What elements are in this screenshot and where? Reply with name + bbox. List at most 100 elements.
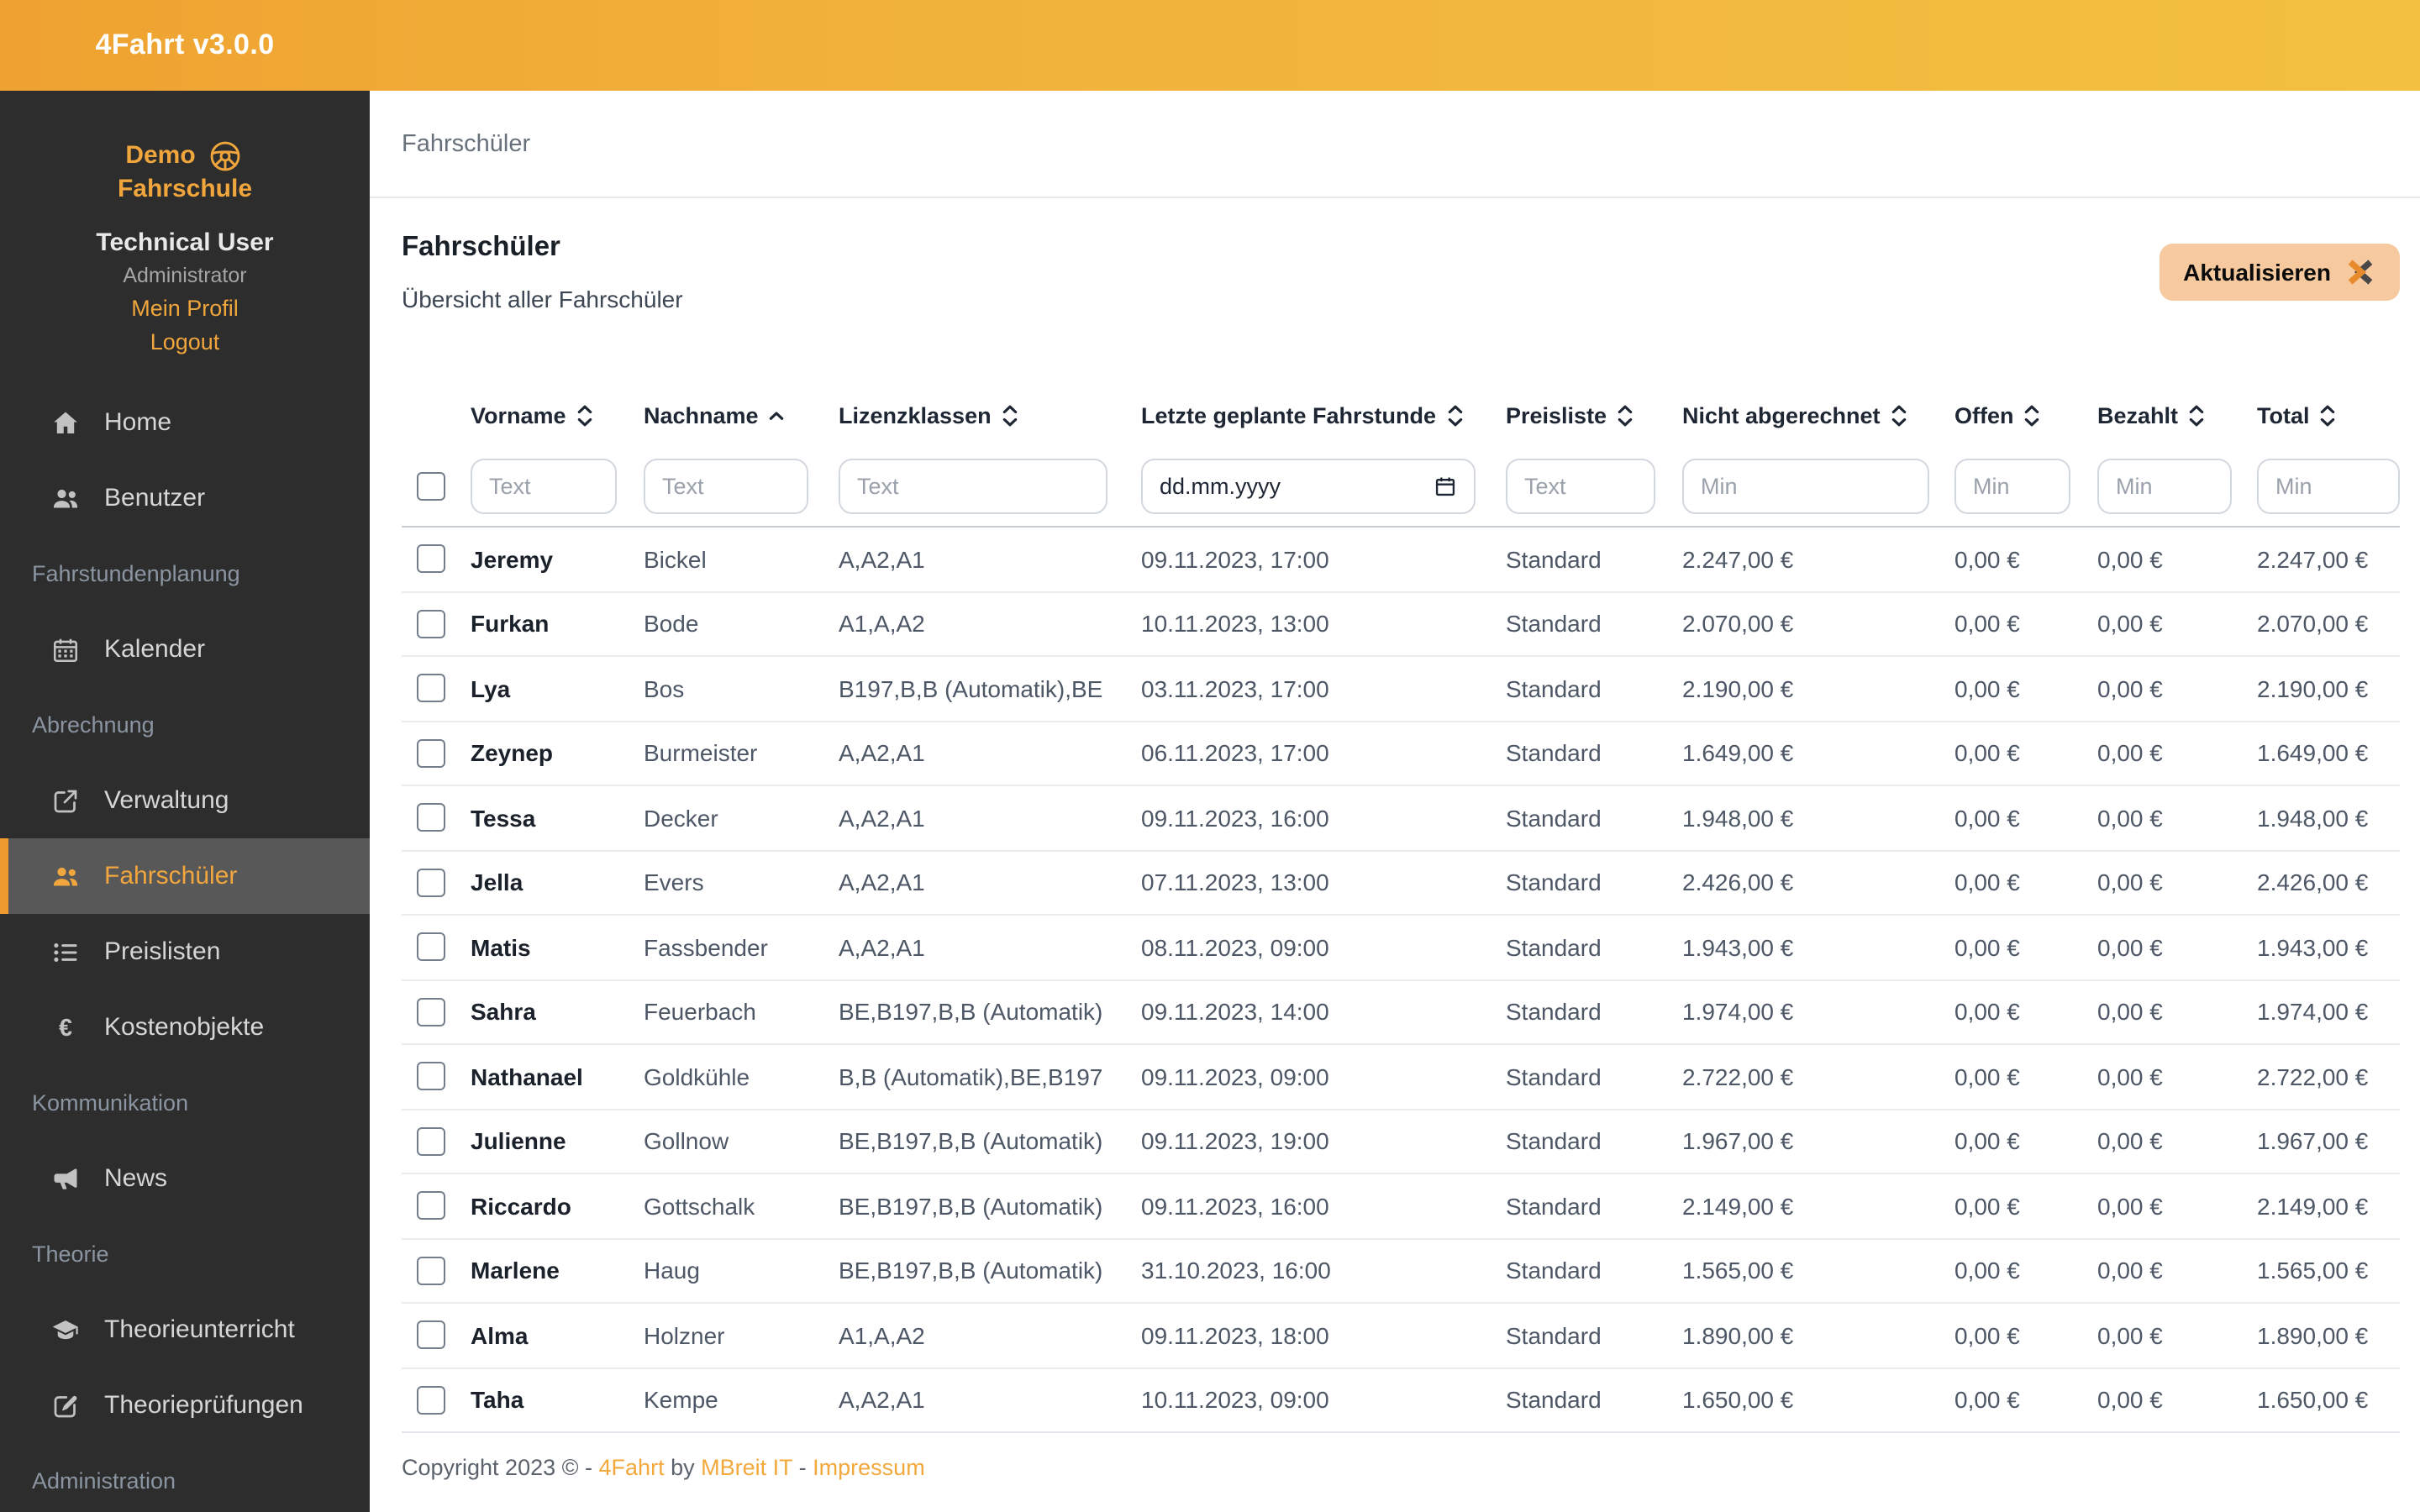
column-header-letzte-geplante-fahrstunde[interactable]: Letzte geplante Fahrstunde — [1141, 385, 1506, 445]
brand-x-icon — [2344, 257, 2376, 287]
row-checkbox[interactable] — [417, 997, 445, 1026]
column-header-lizenzklassen[interactable]: Lizenzklassen — [839, 385, 1141, 445]
cell-offen: 0,00 € — [1954, 998, 2020, 1026]
table-row[interactable]: Alma Holzner A1,A,A2 09.11.2023, 18:00 Stand… — [402, 1304, 2400, 1368]
calendar-small-icon[interactable] — [1434, 473, 1457, 498]
row-checkbox[interactable] — [417, 1062, 445, 1091]
school-logo[interactable]: Demo Fahrschule — [0, 138, 370, 205]
table-row[interactable]: Riccardo Gottschalk BE,B197,B,B (Automatik… — [402, 1174, 2400, 1239]
footer-link-impressum[interactable]: Impressum — [813, 1455, 925, 1480]
cell-nicht-abgerechnet: 2.070,00 € — [1682, 610, 1794, 638]
cell-nachname: Gottschalk — [644, 1192, 755, 1220]
table-row[interactable]: Lya Bos B197,B,B (Automatik),BE 03.11.2023,… — [402, 657, 2400, 722]
cell-vorname: Lya — [471, 675, 511, 702]
filter-input-bezahlt[interactable] — [2097, 458, 2232, 513]
sidebar-item-news[interactable]: News — [0, 1141, 370, 1216]
cell-letzte-geplante-fahrstunde: 09.11.2023, 14:00 — [1141, 998, 1329, 1026]
table-row[interactable]: Julienne Gollnow BE,B197,B,B (Automatik) 09… — [402, 1110, 2400, 1174]
calendar-icon — [50, 634, 81, 664]
filter-input-nicht-abgerechnet[interactable] — [1682, 458, 1929, 513]
column-header-preisliste[interactable]: Preisliste — [1506, 385, 1682, 445]
table-row[interactable]: Sahra Feuerbach BE,B197,B,B (Automatik) 09.… — [402, 980, 2400, 1045]
cell-letzte-geplante-fahrstunde: 10.11.2023, 13:00 — [1141, 610, 1329, 638]
external-link-icon — [50, 785, 81, 816]
date-filter-input[interactable]: dd.mm.yyyy — [1141, 458, 1476, 513]
row-checkbox[interactable] — [417, 1320, 445, 1350]
table-row[interactable]: Furkan Bode A1,A,A2 10.11.2023, 13:00 Standa… — [402, 592, 2400, 657]
table-row[interactable]: Jella Evers A,A2,A1 07.11.2023, 13:00 Standa… — [402, 851, 2400, 916]
cell-nachname: Feuerbach — [644, 998, 756, 1026]
filter-input-nachname[interactable] — [644, 458, 808, 513]
sidebar-item-fahrschüler[interactable]: Fahrschüler — [0, 838, 370, 914]
row-checkbox[interactable] — [417, 868, 445, 897]
footer-link-4fahrt[interactable]: 4Fahrt — [599, 1455, 665, 1480]
row-checkbox[interactable] — [417, 738, 445, 768]
sidebar-item-verwaltung[interactable]: Verwaltung — [0, 763, 370, 838]
cell-letzte-geplante-fahrstunde: 31.10.2023, 16:00 — [1141, 1257, 1331, 1284]
cell-vorname: Nathanael — [471, 1063, 583, 1090]
cell-total: 2.070,00 € — [2257, 610, 2369, 638]
table-row[interactable]: Taha Kempe A,A2,A1 10.11.2023, 09:00 Standar… — [402, 1368, 2400, 1433]
table-row[interactable]: Nathanael Goldkühle B,B (Automatik),BE,B19… — [402, 1045, 2400, 1110]
sidebar-item-benutzer[interactable]: Benutzer — [0, 460, 370, 536]
sidebar-item-kostenobjekte[interactable]: € Kostenobjekte — [0, 990, 370, 1065]
column-header-nicht-abgerechnet[interactable]: Nicht abgerechnet — [1682, 385, 1954, 445]
column-header-total[interactable]: Total — [2257, 385, 2400, 445]
select-all-checkbox[interactable] — [417, 471, 445, 500]
row-select-cell — [402, 528, 471, 591]
filter-input-vorname[interactable] — [471, 458, 617, 513]
cell-nachname: Bode — [644, 610, 699, 638]
table-row[interactable]: Jeremy Bickel A,A2,A1 09.11.2023, 17:00 Stan… — [402, 528, 2400, 592]
cell-preisliste: Standard — [1506, 804, 1602, 832]
sidebar-nav: Home Benutzer Fahrstundenplanung Kalender Ab… — [0, 385, 370, 1512]
column-header-label: Nicht abgerechnet — [1682, 402, 1881, 428]
refresh-button[interactable]: Aktualisieren — [2160, 244, 2400, 301]
sidebar-item-theorieprüfungen[interactable]: Theorieprüfungen — [0, 1368, 370, 1443]
select-all-cell — [402, 445, 471, 526]
table-row[interactable]: Marlene Haug BE,B197,B,B (Automatik) 31.10.… — [402, 1239, 2400, 1304]
cell-nicht-abgerechnet: 2.247,00 € — [1682, 545, 1794, 573]
filter-input-preisliste[interactable] — [1506, 458, 1655, 513]
sidebar-item-kalender[interactable]: Kalender — [0, 612, 370, 687]
column-header-vorname[interactable]: Vorname — [471, 385, 644, 445]
cell-lizenzklassen: A,A2,A1 — [839, 1386, 925, 1414]
sidebar-item-home[interactable]: Home — [0, 385, 370, 460]
filter-cell — [644, 445, 839, 526]
row-select-cell — [402, 657, 471, 720]
cell-vorname: Matis — [471, 933, 531, 961]
sidebar-item-theorieunterricht[interactable]: Theorieunterricht — [0, 1292, 370, 1368]
cell-letzte-geplante-fahrstunde: 08.11.2023, 09:00 — [1141, 933, 1329, 961]
cell-nicht-abgerechnet: 1.890,00 € — [1682, 1321, 1794, 1349]
cell-nachname: Holzner — [644, 1321, 725, 1349]
row-checkbox[interactable] — [417, 1385, 445, 1415]
filter-input-total[interactable] — [2257, 458, 2400, 513]
refresh-button-label: Aktualisieren — [2183, 259, 2331, 286]
cell-preisliste: Standard — [1506, 739, 1602, 767]
row-checkbox[interactable] — [417, 1126, 445, 1156]
table-row[interactable]: Zeynep Burmeister A,A2,A1 06.11.2023, 17:00… — [402, 722, 2400, 786]
column-header-offen[interactable]: Offen — [1954, 385, 2097, 445]
sidebar-item-preislisten[interactable]: Preislisten — [0, 914, 370, 990]
footer-text: by — [664, 1455, 702, 1480]
row-checkbox[interactable] — [417, 932, 445, 962]
filter-input-lizenzklassen[interactable] — [839, 458, 1107, 513]
footer-link-mbreit-it[interactable]: MBreit IT — [701, 1455, 792, 1480]
cell-nicht-abgerechnet: 1.649,00 € — [1682, 739, 1794, 767]
table-row[interactable]: Matis Fassbender A,A2,A1 08.11.2023, 09:00 S… — [402, 916, 2400, 980]
profile-link[interactable]: Mein Profil — [0, 294, 370, 324]
row-checkbox[interactable] — [417, 609, 445, 638]
column-header-nachname[interactable]: Nachname — [644, 385, 839, 445]
cell-bezahlt: 0,00 € — [2097, 933, 2163, 961]
cell-preisliste: Standard — [1506, 545, 1602, 573]
row-checkbox[interactable] — [417, 1191, 445, 1221]
logout-link[interactable]: Logout — [0, 328, 370, 358]
column-header-label: Preisliste — [1506, 402, 1607, 428]
row-checkbox[interactable] — [417, 803, 445, 832]
row-checkbox[interactable] — [417, 674, 445, 703]
row-checkbox[interactable] — [417, 1256, 445, 1285]
filter-input-offen[interactable] — [1954, 458, 2070, 513]
row-checkbox[interactable] — [417, 544, 445, 574]
column-header-bezahlt[interactable]: Bezahlt — [2097, 385, 2257, 445]
cell-offen: 0,00 € — [1954, 933, 2020, 961]
table-row[interactable]: Tessa Decker A,A2,A1 09.11.2023, 16:00 Stand… — [402, 786, 2400, 851]
